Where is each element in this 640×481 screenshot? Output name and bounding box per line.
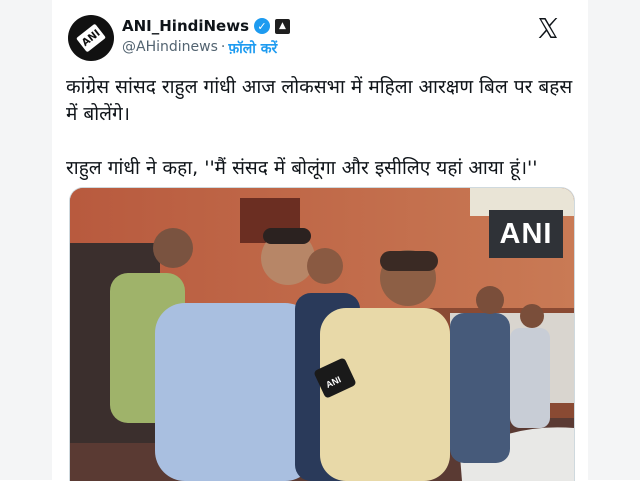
tweet-image[interactable]: ANI ANI [69, 187, 575, 481]
person-head [476, 286, 504, 314]
page-gutter-right [588, 0, 640, 480]
tweet-card: ANI ANI_HindiNews ✓ ▲ @AHindinews · फ़ॉल… [52, 0, 588, 481]
affiliation-badge-icon[interactable]: ▲ [275, 18, 291, 34]
display-name[interactable]: ANI_HindiNews [122, 17, 249, 35]
person-cream-kurta [320, 308, 450, 481]
person-head [520, 304, 544, 328]
person-white-shirt [510, 328, 550, 428]
person-checked-shirt [450, 313, 510, 463]
ani-logo-icon: ANI [76, 23, 106, 53]
hair [380, 251, 438, 271]
hair [263, 228, 311, 244]
tweet-header: ANI ANI_HindiNews ✓ ▲ @AHindinews · फ़ॉल… [66, 12, 574, 64]
ani-watermark: ANI [489, 210, 563, 258]
separator-dot: · [220, 39, 226, 55]
x-logo-icon[interactable] [536, 16, 560, 40]
tweet-text: कांग्रेस सांसद राहुल गांधी आज लोकसभा में… [66, 74, 576, 182]
person-head [307, 248, 343, 284]
verified-badge-icon: ✓ [254, 18, 271, 34]
page-gutter-left [0, 0, 52, 480]
tweet-line-2: राहुल गांधी ने कहा, ''मैं संसद में बोलूं… [66, 157, 538, 179]
tweet-line-1: कांग्रेस सांसद राहुल गांधी आज लोकसभा में… [66, 76, 573, 125]
person-head [153, 228, 193, 268]
follow-link[interactable]: फ़ॉलो करें [228, 39, 277, 58]
person-blue-shirt [155, 303, 315, 481]
handle[interactable]: @AHindinews [122, 39, 218, 58]
name-row: ANI_HindiNews ✓ ▲ [122, 17, 291, 35]
handle-row: @AHindinews · फ़ॉलो करें [122, 39, 277, 58]
avatar[interactable]: ANI [68, 15, 114, 61]
